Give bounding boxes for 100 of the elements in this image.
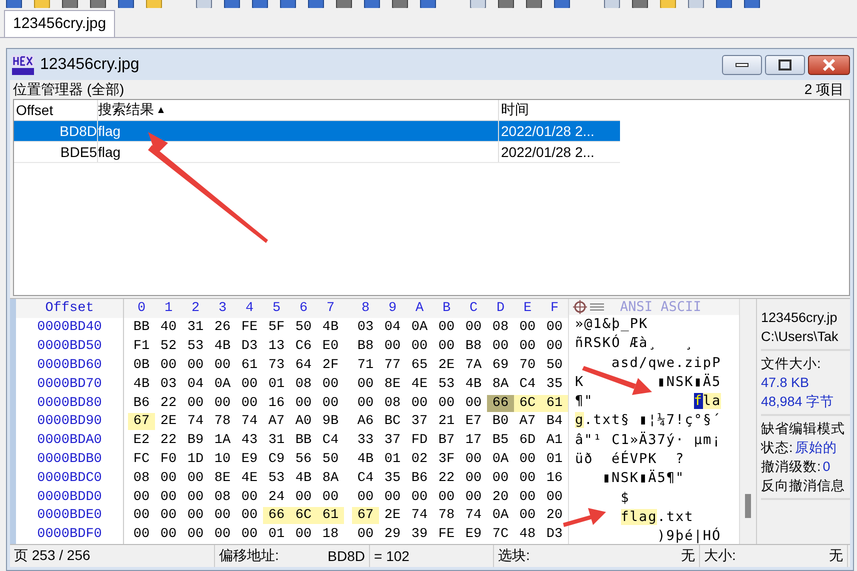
hex-byte[interactable]: 08 — [379, 394, 406, 412]
hex-byte[interactable]: 00 — [514, 450, 541, 468]
hex-byte[interactable]: 03 — [352, 319, 379, 336]
column-header[interactable]: 搜索结果 — [98, 101, 154, 119]
hex-byte[interactable]: 3F — [433, 450, 460, 468]
hex-byte[interactable]: 74 — [182, 413, 209, 430]
crosshair-icon[interactable] — [572, 299, 606, 315]
hex-byte[interactable]: 0A — [487, 507, 514, 524]
hex-byte[interactable]: 40 — [155, 319, 182, 336]
hex-byte[interactable]: FE — [236, 319, 263, 336]
hex-byte[interactable]: 0A — [487, 450, 514, 468]
hex-byte[interactable]: 00 — [541, 319, 568, 336]
hex-byte[interactable]: 00 — [290, 394, 317, 412]
hex-byte[interactable]: 20 — [487, 488, 514, 506]
hex-byte[interactable]: 02 — [406, 450, 433, 468]
hex-byte[interactable]: 52 — [155, 338, 182, 356]
hex-byte[interactable]: 50 — [290, 319, 317, 336]
hex-byte[interactable]: BB — [290, 432, 317, 450]
hex-byte[interactable]: 00 — [460, 450, 487, 468]
hex-byte[interactable]: 71 — [352, 356, 379, 374]
hex-byte[interactable]: C9 — [263, 450, 290, 468]
hex-byte[interactable]: E9 — [236, 450, 263, 468]
hex-byte[interactable]: 00 — [514, 319, 541, 336]
hex-byte[interactable]: 01 — [541, 450, 568, 468]
hex-byte[interactable]: 00 — [128, 526, 155, 544]
hex-byte[interactable]: 00 — [209, 526, 236, 544]
hex-byte[interactable]: 00 — [290, 488, 317, 506]
hex-byte[interactable]: 22 — [155, 394, 182, 412]
hex-byte[interactable]: 78 — [433, 507, 460, 524]
hex-byte[interactable]: 73 — [263, 356, 290, 374]
hex-byte[interactable]: 2E — [433, 356, 460, 374]
scrollbar-thumb[interactable] — [745, 494, 751, 518]
hex-byte[interactable]: B8 — [352, 338, 379, 356]
hex-byte[interactable]: 00 — [541, 488, 568, 506]
hex-byte[interactable]: 00 — [460, 319, 487, 336]
hex-byte[interactable]: 08 — [128, 470, 155, 487]
hex-byte[interactable]: 74 — [406, 507, 433, 524]
hex-byte[interactable]: 00 — [182, 507, 209, 524]
hex-byte[interactable]: 65 — [406, 356, 433, 374]
hex-byte[interactable]: 00 — [379, 338, 406, 356]
hex-byte[interactable]: 77 — [379, 356, 406, 374]
hex-byte[interactable]: 66 — [263, 507, 290, 524]
hex-byte[interactable]: 1D — [182, 450, 209, 468]
hex-byte[interactable]: 8A — [317, 470, 344, 487]
hex-byte[interactable]: 04 — [182, 376, 209, 393]
hex-byte[interactable]: 33 — [352, 432, 379, 450]
hex-byte[interactable]: 00 — [236, 507, 263, 524]
hex-byte[interactable]: 17 — [460, 432, 487, 450]
hex-byte[interactable]: B6 — [406, 470, 433, 487]
hex-byte[interactable]: 4B — [352, 450, 379, 468]
hex-byte[interactable]: 64 — [290, 356, 317, 374]
hex-byte[interactable]: 70 — [514, 356, 541, 374]
hex-byte[interactable]: 00 — [209, 394, 236, 412]
hex-byte[interactable]: A6 — [352, 413, 379, 430]
hex-byte[interactable]: 2E — [379, 507, 406, 524]
hex-byte[interactable]: B4 — [541, 413, 568, 430]
hex-byte[interactable]: 00 — [352, 488, 379, 506]
hex-byte[interactable]: B9 — [182, 432, 209, 450]
hex-byte[interactable]: 4E — [406, 376, 433, 393]
hex-byte[interactable]: 31 — [263, 432, 290, 450]
hex-byte[interactable]: 22 — [155, 432, 182, 450]
hex-byte[interactable]: C4 — [317, 432, 344, 450]
hex-byte[interactable]: 4B — [290, 470, 317, 487]
hex-byte[interactable]: 61 — [541, 394, 568, 412]
hex-byte[interactable]: 67 — [352, 507, 379, 524]
hex-byte[interactable]: 2E — [155, 413, 182, 430]
hex-byte[interactable]: 4E — [236, 470, 263, 487]
hex-byte[interactable]: 22 — [433, 470, 460, 487]
hex-byte[interactable]: 00 — [406, 338, 433, 356]
hex-byte[interactable]: 08 — [487, 319, 514, 336]
hex-byte[interactable]: 00 — [406, 488, 433, 506]
hex-byte[interactable]: 4B — [209, 338, 236, 356]
hex-byte[interactable]: E7 — [460, 413, 487, 430]
minimize-button[interactable] — [722, 54, 762, 74]
hex-byte[interactable]: 50 — [317, 450, 344, 468]
hex-byte[interactable]: 08 — [209, 488, 236, 506]
hex-byte[interactable]: 00 — [514, 470, 541, 487]
hex-byte[interactable]: 48 — [514, 526, 541, 544]
hex-byte[interactable]: 01 — [263, 376, 290, 393]
hex-byte[interactable]: 00 — [487, 338, 514, 356]
column-header[interactable]: Offset — [14, 100, 98, 120]
hex-byte[interactable]: 00 — [433, 394, 460, 412]
hex-byte[interactable]: 00 — [514, 507, 541, 524]
hex-byte[interactable]: F0 — [155, 450, 182, 468]
hex-byte[interactable]: 7C — [487, 526, 514, 544]
hex-byte[interactable]: 00 — [460, 488, 487, 506]
hex-byte[interactable]: 6C — [290, 507, 317, 524]
hex-byte[interactable]: C4 — [514, 376, 541, 393]
hex-byte[interactable]: 00 — [236, 376, 263, 393]
hex-byte[interactable]: 00 — [155, 470, 182, 487]
hex-byte[interactable]: 00 — [155, 488, 182, 506]
hex-byte[interactable]: 67 — [128, 413, 155, 430]
hex-byte[interactable]: 00 — [209, 356, 236, 374]
hex-byte[interactable]: 26 — [209, 319, 236, 336]
hex-byte[interactable]: 4B — [128, 376, 155, 393]
hex-byte[interactable]: 66 — [487, 394, 514, 412]
hex-byte[interactable]: 00 — [182, 526, 209, 544]
hex-byte[interactable]: 00 — [182, 394, 209, 412]
hex-byte[interactable]: 00 — [433, 488, 460, 506]
hex-byte[interactable]: 5F — [263, 319, 290, 336]
